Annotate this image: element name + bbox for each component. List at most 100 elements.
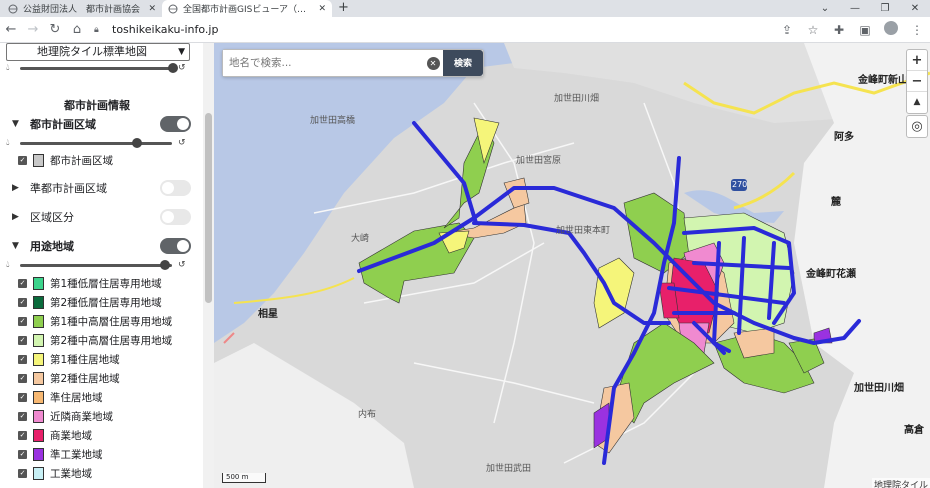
place-label: 加世田東本町	[556, 226, 611, 236]
lock-icon[interactable]: 🔒︎	[94, 25, 108, 35]
search-button[interactable]: 検索	[443, 50, 483, 76]
layer-zoning[interactable]: ▼ 用途地域	[12, 238, 74, 254]
forward-button[interactable]: →	[22, 22, 44, 37]
layer-label: 都市計画区域	[30, 118, 96, 131]
close-window-button[interactable]: ✕	[900, 0, 930, 17]
tab-title: 公益財団法人 都市計画協会	[23, 5, 141, 15]
place-label: 阿多	[834, 132, 854, 143]
checkbox[interactable]: ✓	[18, 335, 27, 345]
legend-item-zoning[interactable]: ✓ 準住居地域	[18, 390, 103, 404]
layer-toggle-area-division[interactable]	[160, 209, 191, 225]
city-area-opacity-slider[interactable]: 💧︎ ↺	[6, 137, 186, 149]
slider-track[interactable]	[20, 137, 172, 148]
legend-label: 都市計画区域	[50, 154, 113, 167]
zoning-opacity-slider[interactable]: 💧︎ ↺	[6, 259, 186, 271]
slider-track[interactable]	[20, 259, 172, 270]
place-label: 加世田宮原	[516, 156, 562, 166]
checkbox[interactable]: ✓	[18, 468, 27, 478]
layer-area-division[interactable]: ▶ 区域区分	[12, 209, 74, 225]
side-panel-icon[interactable]: ▣	[852, 23, 878, 37]
tab-search-icon[interactable]: ⌄	[810, 0, 840, 17]
checkbox[interactable]: ✓	[18, 354, 27, 364]
slider-thumb[interactable]	[132, 137, 142, 148]
layer-toggle-zoning[interactable]	[160, 238, 191, 254]
layer-quasi-city-planning-area[interactable]: ▶ 準都市計画区域	[12, 180, 107, 196]
zoom-out-button[interactable]: −	[907, 71, 927, 92]
checkbox[interactable]: ✓	[18, 392, 27, 402]
legend-item-zoning[interactable]: ✓ 商業地域	[18, 428, 92, 442]
checkbox[interactable]: ✓	[18, 430, 27, 440]
legend-label: 第2種低層住居専用地域	[50, 296, 162, 309]
panel-scrollbar[interactable]	[203, 43, 214, 488]
share-icon[interactable]: ⇪	[774, 23, 800, 37]
restore-button[interactable]: ❐	[870, 0, 900, 17]
slider-track[interactable]	[20, 62, 178, 73]
place-label: 内布	[358, 410, 377, 420]
basemap-opacity-slider[interactable]: 💧︎ ↺	[6, 62, 186, 74]
layer-toggle-quasi-city-planning-area[interactable]	[160, 180, 191, 196]
legend-item-zoning[interactable]: ✓ 第2種低層住居専用地域	[18, 295, 162, 309]
place-label: 加世田高橋	[310, 116, 356, 126]
expand-triangle-icon[interactable]: ▼	[12, 119, 26, 129]
new-tab-button[interactable]: +	[338, 0, 349, 16]
layer-city-planning-area[interactable]: ▼ 都市計画区域	[12, 116, 96, 132]
legend-label: 第1種低層住居専用地域	[50, 277, 162, 290]
legend-item-city-area[interactable]: ✓ 都市計画区域	[18, 153, 113, 167]
scrollbar-thumb[interactable]	[205, 113, 212, 303]
bookmark-star-icon[interactable]: ☆	[800, 23, 826, 37]
layer-toggle-city-planning-area[interactable]	[160, 116, 191, 132]
extensions-icon[interactable]: ✚	[826, 23, 852, 37]
checkbox[interactable]: ✓	[18, 411, 27, 421]
browser-tab-bar: 公益財団法人 都市計画協会 ✕ 全国都市計画GISビューア（試行版） ✕ + ⌄…	[0, 0, 930, 17]
place-label: 加世田武田	[486, 464, 532, 474]
expand-triangle-icon[interactable]: ▼	[12, 241, 26, 251]
legend-item-zoning[interactable]: ✓ 第1種低層住居専用地域	[18, 276, 162, 290]
map-search-input[interactable]	[223, 50, 423, 76]
reset-icon[interactable]: ↺	[178, 260, 186, 270]
zoom-controls: + − ▲	[906, 49, 928, 114]
slider-thumb[interactable]	[160, 259, 170, 270]
browser-tab-inactive[interactable]: 公益財団法人 都市計画協会 ✕	[2, 0, 162, 17]
checkbox[interactable]: ✓	[18, 155, 27, 165]
clear-search-button[interactable]: ✕	[423, 50, 443, 76]
place-label: 金峰町花瀬	[806, 269, 856, 280]
close-tab-icon[interactable]: ✕	[318, 4, 326, 14]
geolocate-icon[interactable]: ◎	[907, 116, 927, 137]
checkbox[interactable]: ✓	[18, 278, 27, 288]
legend-item-zoning[interactable]: ✓ 準工業地域	[18, 447, 103, 461]
minimize-button[interactable]: —	[840, 0, 870, 17]
expand-triangle-icon[interactable]: ▶	[12, 183, 26, 193]
close-tab-icon[interactable]: ✕	[148, 4, 156, 14]
legend-item-zoning[interactable]: ✓ 工業地域	[18, 466, 92, 480]
scale-bar: 500 m	[222, 473, 266, 483]
legend-swatch	[33, 390, 44, 404]
slider-thumb[interactable]	[168, 62, 178, 73]
reset-icon[interactable]: ↺	[178, 63, 186, 73]
geolocate-control: ◎	[906, 115, 928, 138]
legend-swatch	[33, 371, 44, 385]
checkbox[interactable]: ✓	[18, 373, 27, 383]
map-view[interactable]: 270 加世田高橋 加世田川畑 加世田宮原 加世田東本町 大崎 相星 内布 加世…	[214, 43, 930, 488]
legend-item-zoning[interactable]: ✓ 近隣商業地域	[18, 409, 113, 423]
address-bar[interactable]: 🔒︎ toshikeikaku-info.jp	[94, 20, 684, 40]
legend-swatch	[33, 153, 44, 167]
reset-icon[interactable]: ↺	[178, 138, 186, 148]
legend-item-zoning[interactable]: ✓ 第2種住居地域	[18, 371, 120, 385]
expand-triangle-icon[interactable]: ▶	[12, 212, 26, 222]
checkbox[interactable]: ✓	[18, 449, 27, 459]
menu-kebab-icon[interactable]: ⋮	[904, 23, 930, 37]
reload-button[interactable]: ↻	[44, 22, 66, 37]
home-button[interactable]: ⌂	[66, 22, 88, 37]
checkbox[interactable]: ✓	[18, 316, 27, 326]
compass-north-icon[interactable]: ▲	[907, 92, 927, 113]
legend-item-zoning[interactable]: ✓ 第1種中高層住居専用地域	[18, 314, 172, 328]
back-button[interactable]: ←	[0, 22, 22, 37]
checkbox[interactable]: ✓	[18, 297, 27, 307]
browser-tab-active[interactable]: 全国都市計画GISビューア（試行版） ✕	[162, 0, 332, 17]
zoning-polygons[interactable]	[358, 117, 833, 454]
legend-item-zoning[interactable]: ✓ 第1種住居地域	[18, 352, 120, 366]
zoom-in-button[interactable]: +	[907, 50, 927, 71]
legend-item-zoning[interactable]: ✓ 第2種中高層住居専用地域	[18, 333, 172, 347]
basemap-select[interactable]: 地理院タイル標準地図 ▼	[6, 43, 190, 61]
profile-avatar[interactable]	[878, 21, 904, 38]
